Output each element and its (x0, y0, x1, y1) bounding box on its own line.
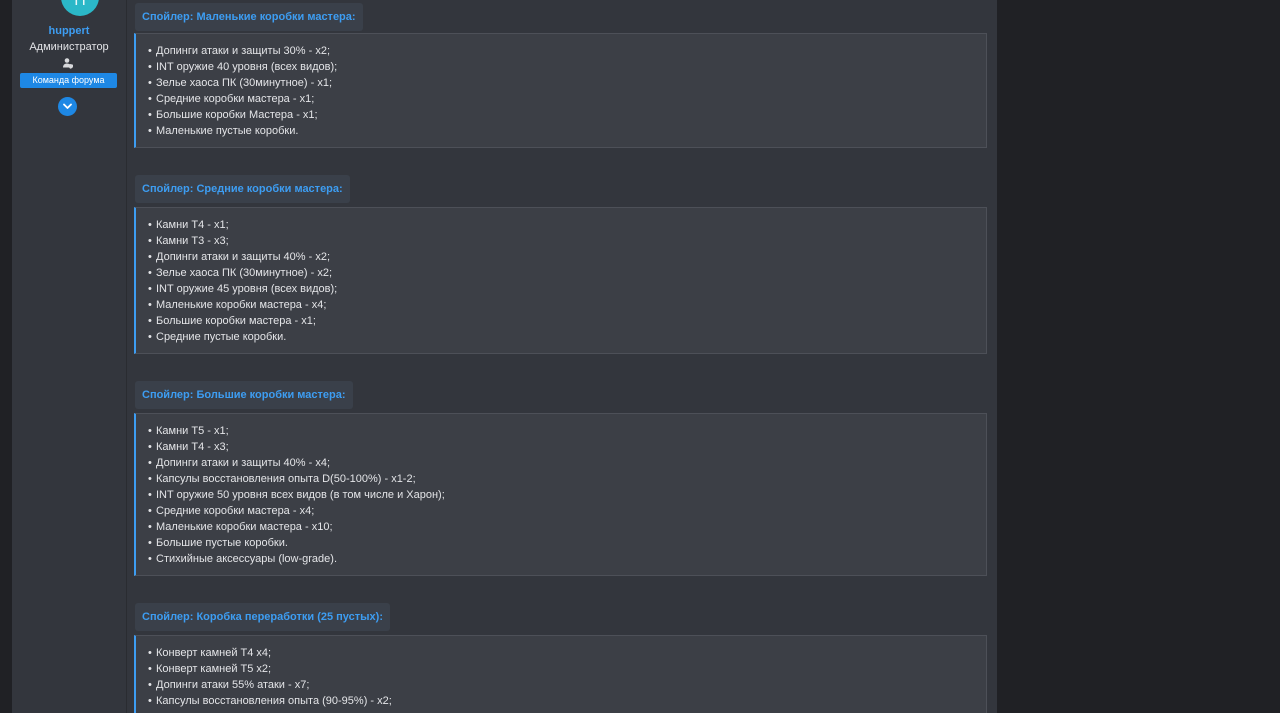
spoiler-toggle[interactable]: Спойлер: Средние коробки мастера: (135, 175, 350, 203)
spoiler-list: Допинги атаки и защиты 30% - х2; INT ору… (136, 34, 986, 139)
list-item: Маленькие коробки мастера - х10; (148, 519, 986, 535)
spoiler-toggle[interactable]: Спойлер: Коробка переработки (25 пустых)… (135, 603, 390, 631)
user-shield-icon (62, 56, 74, 69)
list-item: Большие коробки Мастера - х1; (148, 107, 986, 123)
spoiler-content: Конверт камней Т4 х4; Конверт камней Т5 … (134, 635, 987, 713)
list-item: Капсулы восстановления опыта (90-95%) - … (148, 693, 986, 709)
list-item: Зелье хаоса ПК (30минутное) - х1; (148, 75, 986, 91)
list-item: Камни Т5 - х1; (148, 423, 986, 439)
list-item: Большие пустые коробки. (148, 535, 986, 551)
list-item: INT оружие 50 уровня всех видов (в том ч… (148, 487, 986, 503)
list-item: Средние коробки мастера - х4; (148, 503, 986, 519)
avatar-letter: H (74, 0, 86, 9)
spoiler-toggle[interactable]: Спойлер: Маленькие коробки мастера: (135, 3, 363, 31)
team-badge: Команда форума (20, 73, 117, 88)
spoiler-content: Камни Т4 - х1; Камни Т3 - х3; Допинги ат… (134, 207, 987, 354)
user-role: Администратор (29, 41, 109, 53)
list-item: Маленькие пустые коробки. (148, 123, 986, 139)
spoiler-toggle[interactable]: Спойлер: Большие коробки мастера: (135, 381, 353, 409)
list-item: Допинги атаки и защиты 40% - х4; (148, 455, 986, 471)
list-item: Конверт камней Т5 х2; (148, 661, 986, 677)
list-item: Средние коробки мастера - х1; (148, 91, 986, 107)
list-item: Камни Т4 - х1; (148, 217, 986, 233)
list-item: Большие коробки мастера - х1; (148, 313, 986, 329)
left-gutter (0, 0, 12, 713)
list-item: Капсулы восстановления опыта D(50-100%) … (148, 471, 986, 487)
list-item: Камни Т3 - х3; (148, 233, 986, 249)
user-sidebar: H huppert Администратор Команда форума (12, 0, 126, 713)
username-link[interactable]: huppert (12, 25, 126, 37)
spoiler-list: Камни Т5 - х1; Камни Т4 - х3; Допинги ат… (136, 414, 986, 567)
list-item: Средние пустые коробки. (148, 329, 986, 345)
avatar[interactable]: H (61, 0, 99, 16)
spoiler-list: Конверт камней Т4 х4; Конверт камней Т5 … (136, 636, 986, 709)
spoiler-content: Камни Т5 - х1; Камни Т4 - х3; Допинги ат… (134, 413, 987, 576)
spoiler-content: Допинги атаки и защиты 30% - х2; INT ору… (134, 33, 987, 148)
chevron-down-icon (63, 103, 72, 109)
list-item: INT оружие 45 уровня (всех видов); (148, 281, 986, 297)
post-content: Спойлер: Маленькие коробки мастера: Допи… (127, 0, 997, 713)
list-item: Зелье хаоса ПК (30минутное) - х2; (148, 265, 986, 281)
list-item: INT оружие 40 уровня (всех видов); (148, 59, 986, 75)
list-item: Камни Т4 - х3; (148, 439, 986, 455)
forum-page: H huppert Администратор Команда форума С… (0, 0, 1280, 713)
list-item: Допинги атаки 55% атаки - х7; (148, 677, 986, 693)
right-empty-area (997, 0, 1280, 713)
expand-user-info-button[interactable] (58, 97, 77, 116)
list-item: Конверт камней Т4 х4; (148, 645, 986, 661)
spoiler-list: Камни Т4 - х1; Камни Т3 - х3; Допинги ат… (136, 208, 986, 345)
list-item: Допинги атаки и защиты 30% - х2; (148, 43, 986, 59)
list-item: Стихийные аксессуары (low-grade). (148, 551, 986, 567)
list-item: Маленькие коробки мастера - х4; (148, 297, 986, 313)
list-item: Допинги атаки и защиты 40% - х2; (148, 249, 986, 265)
